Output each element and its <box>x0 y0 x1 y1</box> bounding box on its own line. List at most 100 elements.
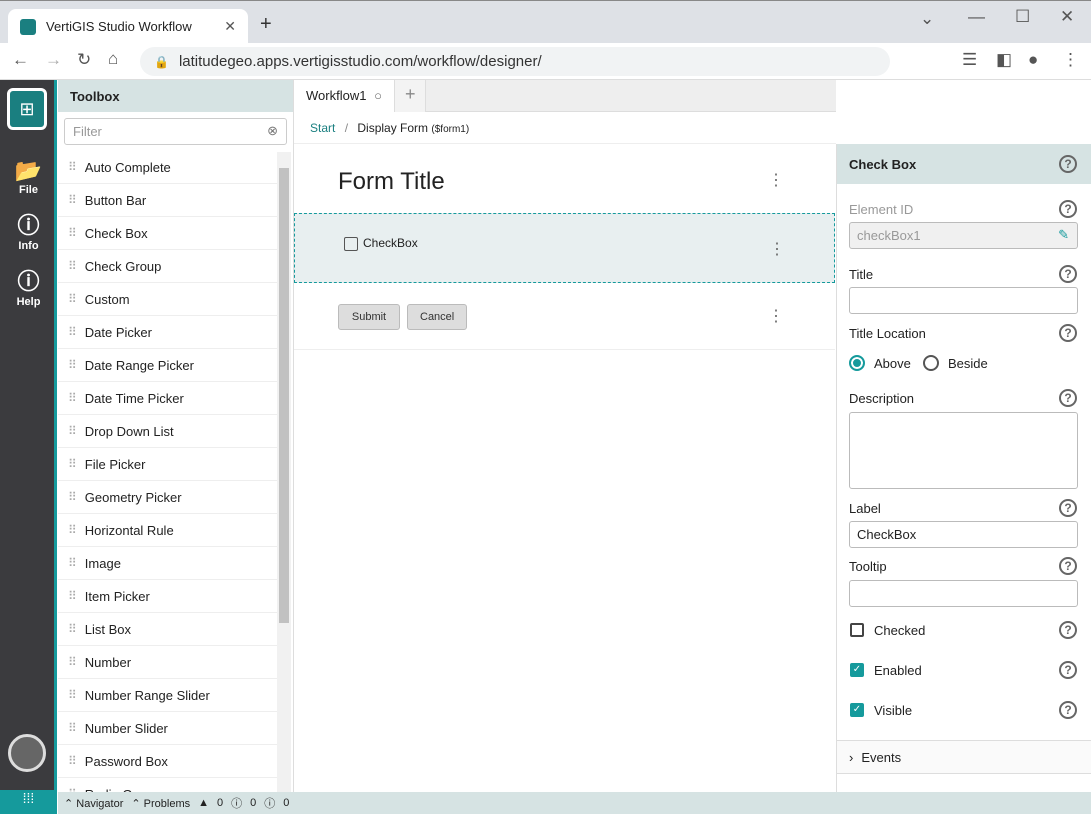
checkbox[interactable] <box>344 237 358 251</box>
drag-handle-icon[interactable]: ⠿ <box>68 523 77 537</box>
form-title[interactable]: Form Title <box>338 168 445 196</box>
drag-handle-icon[interactable]: ⠿ <box>68 391 77 405</box>
side-panel-icon[interactable]: ◧ <box>996 50 1012 70</box>
toolbox-item[interactable]: ⠿ Number Range Slider <box>58 679 277 712</box>
toolbox-item[interactable]: ⠿ Date Picker <box>58 316 277 349</box>
drag-handle-icon[interactable]: ⠿ <box>68 160 77 174</box>
toolbox-item[interactable]: ⠿ Number <box>58 646 277 679</box>
user-avatar[interactable] <box>8 734 46 772</box>
new-tab-icon[interactable]: + <box>260 13 272 36</box>
help-icon[interactable]: ? <box>1059 499 1077 517</box>
menu-icon[interactable]: ⋮ <box>1062 50 1079 70</box>
scrollbar-thumb[interactable] <box>279 168 289 623</box>
toolbox-item[interactable]: ⠿ Check Box <box>58 217 277 250</box>
description-textarea[interactable] <box>849 412 1078 489</box>
toolbox-item[interactable]: ⠿ Password Box <box>58 745 277 778</box>
label-label: Label <box>849 501 881 516</box>
help-icon[interactable]: ? <box>1059 621 1077 639</box>
title-input[interactable] <box>849 287 1078 314</box>
toolbox-item[interactable]: ⠿ Check Group <box>58 250 277 283</box>
drag-handle-icon[interactable]: ⠿ <box>68 490 77 504</box>
drag-handle-icon[interactable]: ⠿ <box>68 226 77 240</box>
enabled-checkbox[interactable]: ✓ <box>850 663 864 677</box>
browser-tab[interactable]: VertiGIS Studio Workflow ✕ <box>8 9 248 44</box>
events-section[interactable]: › Events <box>837 740 1091 774</box>
close-tab-icon[interactable]: ✕ <box>224 18 236 35</box>
drag-handle-icon[interactable]: ⠿ <box>68 721 77 735</box>
drag-handle-icon[interactable]: ⠿ <box>68 688 77 702</box>
drag-handle-icon[interactable]: ⠿ <box>68 424 77 438</box>
toolbox-item[interactable]: ⠿ Date Time Picker <box>58 382 277 415</box>
rail-file-button[interactable]: 📂 File <box>0 158 57 196</box>
rail-help-button[interactable]: ⓘ Help <box>0 264 57 308</box>
help-icon[interactable]: ? <box>1059 265 1077 283</box>
extensions-icon[interactable]: ☰ <box>962 50 977 70</box>
drag-handle-icon[interactable]: ⠿ <box>68 457 77 471</box>
toolbox-item[interactable]: ⠿ Image <box>58 547 277 580</box>
toolbox-item[interactable]: ⠿ Button Bar <box>58 184 277 217</box>
drag-handle-icon[interactable]: ⠿ <box>68 193 77 207</box>
drag-handle-icon[interactable]: ⠿ <box>68 655 77 669</box>
checkbox-element[interactable]: CheckBox ⋮ <box>294 213 835 283</box>
tooltip-input[interactable] <box>849 580 1078 607</box>
toolbox-item[interactable]: ⠿ Item Picker <box>58 580 277 613</box>
checkbox-menu-icon[interactable]: ⋮ <box>769 239 785 259</box>
toolbox-item[interactable]: ⠿ Geometry Picker <box>58 481 277 514</box>
label-input[interactable]: CheckBox <box>849 521 1078 548</box>
rail-info-button[interactable]: ⓘ Info <box>0 208 57 252</box>
minimize-window-icon[interactable]: — <box>968 7 985 27</box>
toolbox-item[interactable]: ⠿ Horizontal Rule <box>58 514 277 547</box>
toolbox-item[interactable]: ⠿Radio Group <box>58 778 277 793</box>
drag-handle-icon[interactable]: ⠿ <box>68 589 77 603</box>
maximize-icon[interactable]: ☐ <box>1015 7 1030 27</box>
address-bar[interactable]: 🔒 latitudegeo.apps.vertigisstudio.com/wo… <box>140 47 890 76</box>
drag-handle-icon[interactable]: ⠿ <box>68 556 77 570</box>
drag-handle-icon[interactable]: ⠿ <box>68 622 77 636</box>
form-title-menu-icon[interactable]: ⋮ <box>768 170 784 190</box>
radio-above[interactable] <box>849 355 865 371</box>
cancel-button[interactable]: Cancel <box>407 304 467 330</box>
close-window-icon[interactable]: ✕ <box>1060 7 1074 27</box>
toolbox-item[interactable]: ⠿ Custom <box>58 283 277 316</box>
profile-icon[interactable]: ● <box>1028 50 1038 70</box>
toolbox-item[interactable]: ⠿ Drop Down List <box>58 415 277 448</box>
add-workflow-tab[interactable]: + <box>394 80 427 112</box>
checked-checkbox[interactable] <box>850 623 864 637</box>
help-icon[interactable]: ? <box>1059 701 1077 719</box>
workflow-tab[interactable]: Workflow1 ○ <box>294 80 395 112</box>
toolbox-item[interactable]: ⠿ File Picker <box>58 448 277 481</box>
filter-input[interactable]: Filter ⊗ <box>64 118 287 145</box>
problems-toggle[interactable]: ⌃ Problems <box>131 797 190 810</box>
help-icon[interactable]: ? <box>1059 324 1077 342</box>
drag-handle-icon[interactable]: ⠿ <box>68 259 77 273</box>
back-icon[interactable]: ← <box>12 50 29 70</box>
visible-checkbox[interactable]: ✓ <box>850 703 864 717</box>
help-icon[interactable]: ? <box>1059 557 1077 575</box>
clear-filter-icon[interactable]: ⊗ <box>267 123 278 139</box>
help-icon[interactable]: ? <box>1059 661 1077 679</box>
toolbox-item[interactable]: ⠿ List Box <box>58 613 277 646</box>
help-icon[interactable]: ? <box>1059 200 1077 218</box>
drag-handle-icon[interactable]: ⠿ <box>68 325 77 339</box>
submit-button[interactable]: Submit <box>338 304 400 330</box>
drag-handle-icon[interactable]: ⠿ <box>68 358 77 372</box>
radio-beside[interactable] <box>923 355 939 371</box>
help-icon[interactable]: ? <box>1059 389 1077 407</box>
help-icon[interactable]: ? <box>1059 155 1077 173</box>
navigator-toggle[interactable]: ⌃ Navigator <box>64 797 123 810</box>
tab-search-icon[interactable]: ⌄ <box>920 9 934 29</box>
reload-icon[interactable]: ↻ <box>77 50 91 70</box>
toolbox-item[interactable]: ⠿ Date Range Picker <box>58 349 277 382</box>
browser-tab-bar: VertiGIS Studio Workflow ✕ + ⌄ — ☐ ✕ <box>0 0 1091 44</box>
home-icon[interactable]: ⌂ <box>108 49 118 69</box>
toolbox-item[interactable]: ⠿ Number Slider <box>58 712 277 745</box>
toolbox-item[interactable]: ⠿ Auto Complete <box>58 151 277 184</box>
edit-pencil-icon[interactable]: ✎ <box>1058 227 1069 243</box>
forward-icon[interactable]: → <box>45 50 62 70</box>
breadcrumb-start[interactable]: Start <box>310 121 335 135</box>
button-row-menu-icon[interactable]: ⋮ <box>768 306 784 326</box>
drag-handle-icon[interactable]: ⠿ <box>68 754 77 768</box>
apps-grid-button[interactable]: ⁞⁞⁞ <box>0 790 57 814</box>
drag-handle-icon[interactable]: ⠿ <box>68 292 77 306</box>
title-label: Title <box>849 267 874 282</box>
